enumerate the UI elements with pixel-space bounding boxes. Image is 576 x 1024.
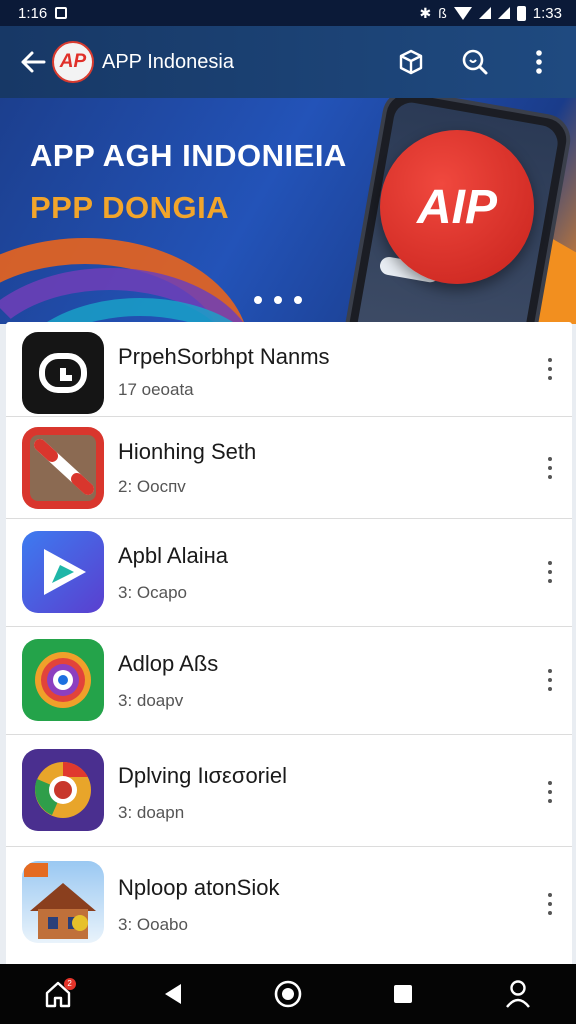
app-subtitle: 3: Ooabo bbox=[118, 915, 188, 934]
assistant-icon[interactable] bbox=[268, 974, 308, 1014]
pen-app-icon bbox=[22, 427, 104, 509]
signal-icon-2 bbox=[497, 7, 510, 19]
app-subtitle: 17 oeoata bbox=[118, 380, 194, 399]
color-ring-app-icon bbox=[22, 639, 104, 721]
banner-subtitle: PPP DONGIA bbox=[30, 190, 230, 225]
play-arrow-app-icon bbox=[22, 531, 104, 613]
profile-icon[interactable] bbox=[498, 974, 538, 1014]
bluetooth-icon: ✱ bbox=[419, 4, 432, 21]
search-icon[interactable] bbox=[460, 47, 490, 77]
vibrate-icon: ß bbox=[438, 5, 447, 21]
more-vert-icon[interactable] bbox=[542, 356, 558, 382]
app-name: Hionhing Seth bbox=[118, 439, 257, 464]
app-list: PrpehSorbhpt Nanms 17 oeoata Hionhing Se… bbox=[6, 322, 572, 964]
promo-banner[interactable]: AIP APP AGH INDONIEIA PPP DONGIA bbox=[0, 98, 576, 324]
notification-icon bbox=[55, 7, 68, 19]
chrome-like-app-icon bbox=[22, 749, 104, 831]
home-badge: 2 bbox=[63, 978, 76, 990]
app-logo[interactable]: AP bbox=[52, 41, 94, 83]
app-subtitle: 3: doapn bbox=[118, 803, 185, 822]
app-name: Nploop atonSiok bbox=[118, 875, 280, 900]
app-subtitle: 3: Ocapo bbox=[118, 583, 187, 602]
list-item[interactable]: Dplving Ιισεσοriel 3: doapn bbox=[6, 735, 572, 847]
list-item[interactable]: PrpehSorbhpt Nanms 17 oeoata bbox=[6, 322, 572, 417]
cube-icon[interactable] bbox=[396, 47, 426, 77]
system-nav-bar: 2 bbox=[0, 964, 576, 1024]
carousel-dot[interactable] bbox=[294, 296, 302, 304]
carousel-dot[interactable] bbox=[274, 296, 282, 304]
status-bar: 1:16 ✱ ß 1:33 bbox=[0, 0, 576, 26]
more-vert-icon[interactable] bbox=[542, 779, 558, 805]
list-item[interactable]: Apbl Alaiна 3: Ocapo bbox=[6, 519, 572, 627]
app-name: Adlop Aßs bbox=[118, 651, 219, 676]
app-name: Dplving Ιισεσοriel bbox=[118, 763, 288, 788]
banner-logo-text: AIP bbox=[416, 180, 497, 234]
carousel-dots[interactable] bbox=[254, 296, 302, 304]
house-app-icon bbox=[22, 861, 104, 943]
recents-square-icon[interactable] bbox=[383, 974, 423, 1014]
banner-title: APP AGH INDONIEIA bbox=[30, 138, 347, 173]
home-icon[interactable]: 2 bbox=[38, 974, 78, 1014]
more-vert-icon[interactable] bbox=[542, 667, 558, 693]
app-bar: AP APP Indonesia bbox=[0, 26, 576, 98]
app-name: Apbl Alaiна bbox=[118, 543, 228, 568]
app-title: APP Indonesia bbox=[102, 50, 234, 73]
battery-icon bbox=[516, 5, 526, 21]
back-triangle-icon[interactable] bbox=[153, 974, 193, 1014]
list-item[interactable]: Nploop atonSiok 3: Ooabo bbox=[6, 847, 572, 964]
more-vert-icon[interactable] bbox=[542, 455, 558, 481]
app-subtitle: 3: doapv bbox=[118, 691, 184, 710]
more-vert-icon[interactable] bbox=[542, 559, 558, 585]
status-clock: 1:33 bbox=[532, 4, 562, 22]
carousel-dot[interactable] bbox=[254, 296, 262, 304]
list-item[interactable]: Hionhing Seth 2: Ooспv bbox=[6, 417, 572, 519]
app-subtitle: 2: Ooспv bbox=[118, 477, 186, 496]
signal-icon bbox=[478, 7, 491, 19]
back-arrow-icon[interactable] bbox=[18, 47, 48, 77]
banner-logo: AIP bbox=[380, 130, 534, 284]
wifi-icon bbox=[453, 6, 472, 20]
list-item[interactable]: Adlop Aßs 3: doapv bbox=[6, 627, 572, 735]
timer-app-icon bbox=[22, 332, 104, 414]
app-name: PrpehSorbhpt Nanms bbox=[118, 344, 330, 369]
more-vert-icon[interactable] bbox=[524, 47, 554, 77]
status-time: 1:16 bbox=[18, 4, 48, 22]
more-vert-icon[interactable] bbox=[542, 891, 558, 917]
